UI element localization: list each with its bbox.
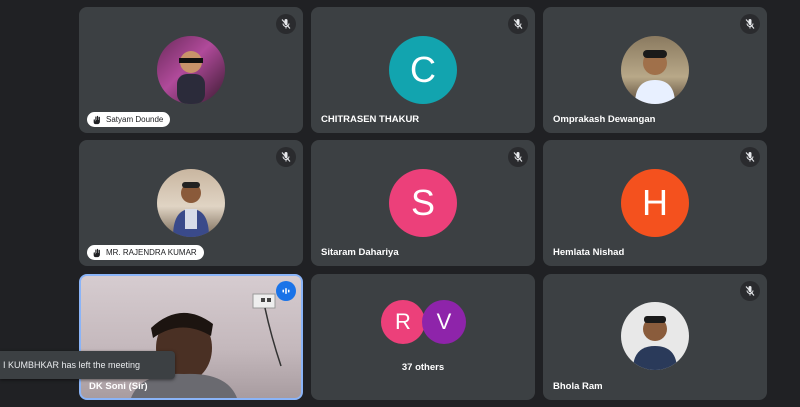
raised-hand-badge: MR. RAJENDRA KUMAR <box>87 245 204 260</box>
mic-off-icon <box>508 147 528 167</box>
others-count-label: 37 others <box>401 362 445 373</box>
participant-tile[interactable]: MR. RAJENDRA KUMAR <box>79 140 303 266</box>
hand-icon <box>93 115 100 124</box>
avatar-letter: C <box>410 49 436 90</box>
participant-name: Sitaram Dahariya <box>321 247 399 258</box>
participant-name: DK Soni (Sir) <box>89 381 148 392</box>
participant-name: Hemlata Nishad <box>553 247 625 258</box>
participant-name: Satyam Dounde <box>106 115 164 124</box>
avatar <box>157 36 225 104</box>
mic-off-icon <box>276 14 296 34</box>
toast-text: I KUMBHKAR has left the meeting <box>3 360 141 370</box>
participant-name: CHITRASEN THAKUR <box>321 114 420 125</box>
avatar: H <box>621 169 689 237</box>
participant-name: MR. RAJENDRA KUMAR <box>106 248 197 257</box>
avatar: R <box>381 300 425 344</box>
participant-tile[interactable]: Bhola Ram <box>543 274 767 400</box>
hand-icon <box>93 248 100 257</box>
avatar-letter: R <box>395 309 411 334</box>
avatar-letter: S <box>410 182 435 223</box>
participant-tile-video[interactable]: DK Soni (Sir) <box>79 274 303 400</box>
meeting-notification-toast: I KUMBHKAR has left the meeting <box>0 351 175 379</box>
avatar <box>621 302 689 370</box>
avatar <box>621 36 689 104</box>
speaking-indicator-icon <box>276 281 296 301</box>
participant-name: Omprakash Dewangan <box>553 114 656 125</box>
participant-tile[interactable]: S Sitaram Dahariya <box>311 140 535 266</box>
video-feed <box>81 276 301 398</box>
avatar: C <box>389 36 457 104</box>
avatar-letter: H <box>642 182 668 223</box>
avatar-letter: V <box>436 309 452 334</box>
participant-tile[interactable]: H Hemlata Nishad <box>543 140 767 266</box>
avatar: V <box>422 300 466 344</box>
participant-tile[interactable]: C CHITRASEN THAKUR <box>311 7 535 133</box>
mic-off-icon <box>508 14 528 34</box>
others-tile[interactable]: R V 37 others <box>311 274 535 400</box>
mic-off-icon <box>740 14 760 34</box>
mic-off-icon <box>740 281 760 301</box>
participant-name: Bhola Ram <box>553 381 603 392</box>
mic-off-icon <box>276 147 296 167</box>
avatar <box>157 169 225 237</box>
avatar: S <box>389 169 457 237</box>
raised-hand-badge: Satyam Dounde <box>87 112 171 127</box>
participant-tile[interactable]: Satyam Dounde <box>79 7 303 133</box>
mic-off-icon <box>740 147 760 167</box>
participant-tile[interactable]: Omprakash Dewangan <box>543 7 767 133</box>
